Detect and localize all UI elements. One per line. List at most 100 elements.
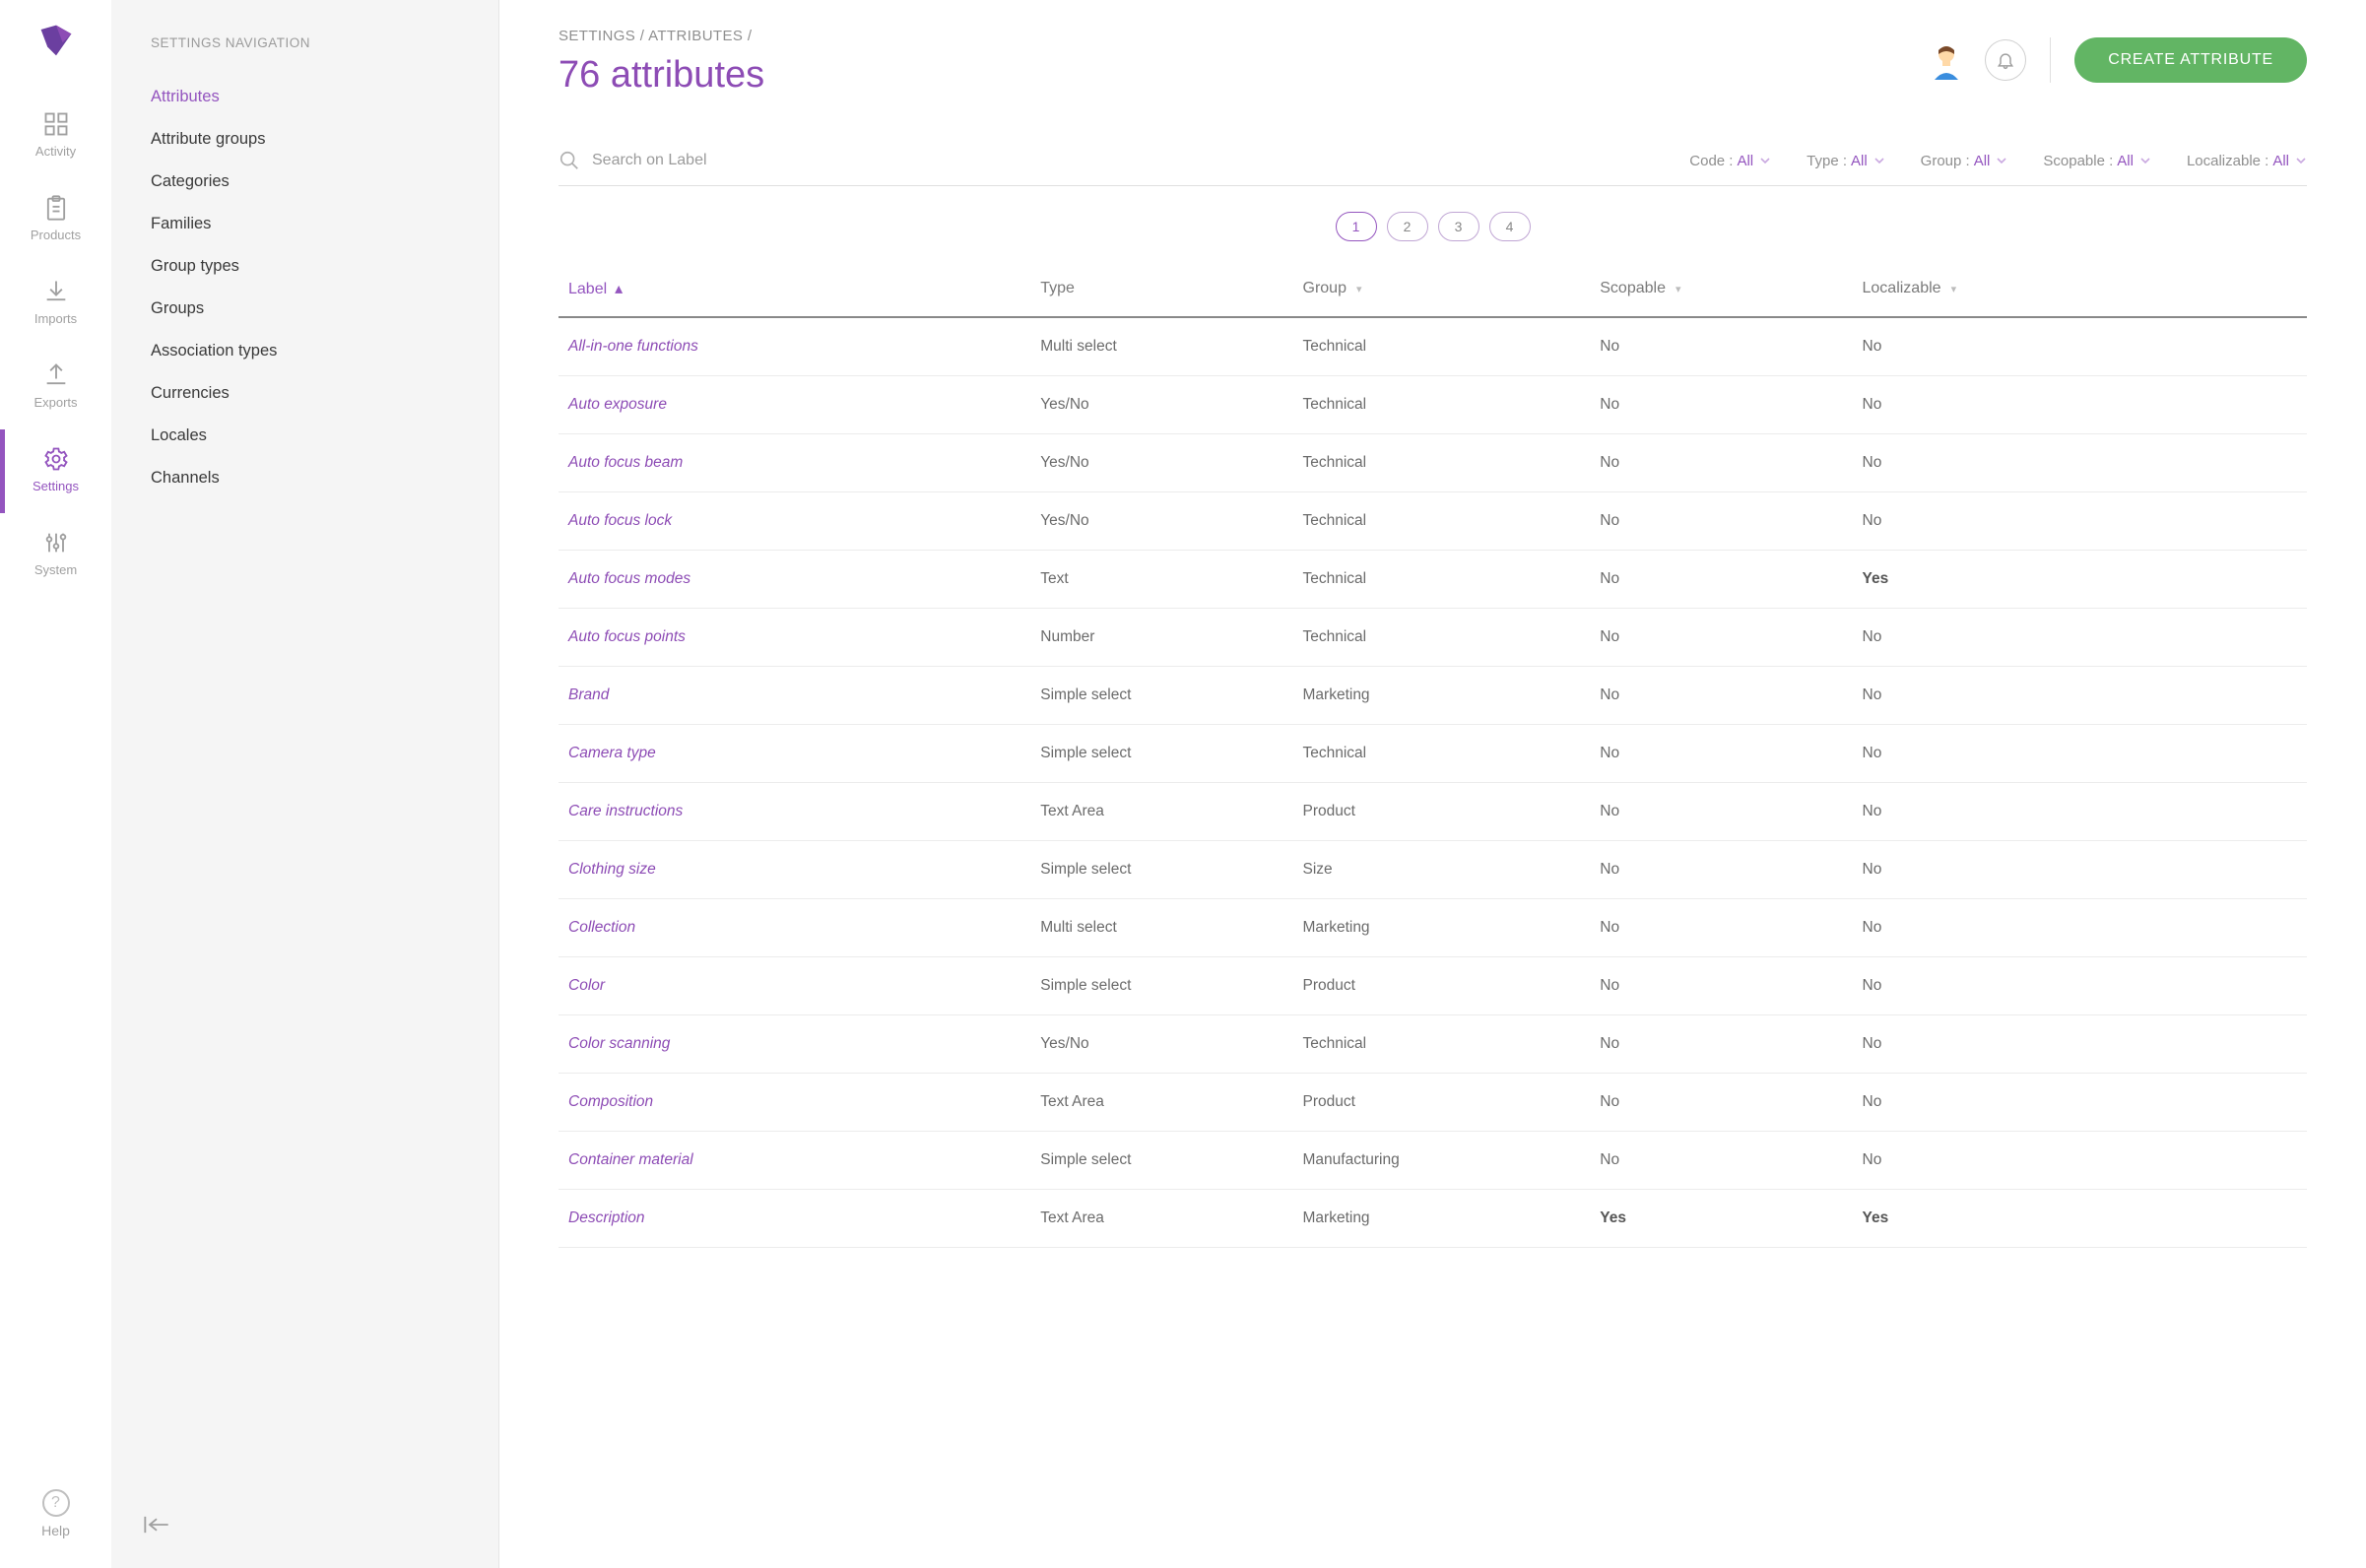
table-row[interactable]: Camera typeSimple selectTechnicalNoNo — [559, 725, 2307, 783]
search-input[interactable] — [592, 152, 887, 169]
bell-icon — [1996, 50, 2015, 70]
sidebar-item[interactable]: Channels — [111, 457, 498, 499]
cell-scopable: No — [1590, 841, 1852, 899]
cell-localizable: No — [1853, 667, 2308, 725]
cell-scopable: No — [1590, 957, 1852, 1015]
cell-group: Technical — [1293, 492, 1591, 551]
table-row[interactable]: Auto focus lockYes/NoTechnicalNoNo — [559, 492, 2307, 551]
help-button[interactable]: ? Help — [0, 1470, 111, 1568]
cell-localizable: Yes — [1853, 1190, 2308, 1248]
cell-label[interactable]: Auto focus lock — [559, 492, 1030, 551]
rail-item-products[interactable]: Products — [0, 178, 111, 262]
cell-label[interactable]: All-in-one functions — [559, 317, 1030, 376]
cell-label[interactable]: Auto focus modes — [559, 551, 1030, 609]
table-row[interactable]: BrandSimple selectMarketingNoNo — [559, 667, 2307, 725]
page-button[interactable]: 1 — [1336, 212, 1377, 241]
table-row[interactable]: All-in-one functionsMulti selectTechnica… — [559, 317, 2307, 376]
table-row[interactable]: CompositionText AreaProductNoNo — [559, 1074, 2307, 1132]
cell-type: Text Area — [1030, 1074, 1292, 1132]
cell-label[interactable]: Color scanning — [559, 1015, 1030, 1074]
cell-type: Simple select — [1030, 841, 1292, 899]
cell-label[interactable]: Container material — [559, 1132, 1030, 1190]
sidebar-item[interactable]: Association types — [111, 330, 498, 372]
cell-group: Technical — [1293, 725, 1591, 783]
table-row[interactable]: Auto focus beamYes/NoTechnicalNoNo — [559, 434, 2307, 492]
sidebar-item[interactable]: Categories — [111, 161, 498, 203]
cell-type: Multi select — [1030, 317, 1292, 376]
notifications-button[interactable] — [1985, 39, 2026, 81]
cell-localizable: No — [1853, 841, 2308, 899]
rail-item-exports[interactable]: Exports — [0, 346, 111, 429]
sidebar-item[interactable]: Attribute groups — [111, 118, 498, 161]
cell-group: Technical — [1293, 317, 1591, 376]
cell-label[interactable]: Auto exposure — [559, 376, 1030, 434]
cell-type: Simple select — [1030, 1132, 1292, 1190]
rail-item-activity[interactable]: Activity — [0, 95, 111, 178]
filter-localizable[interactable]: Localizable : All — [2187, 153, 2307, 169]
cell-type: Simple select — [1030, 725, 1292, 783]
filter-scopable[interactable]: Scopable : All — [2043, 153, 2151, 169]
cell-label[interactable]: Care instructions — [559, 783, 1030, 841]
cell-scopable: No — [1590, 1132, 1852, 1190]
page-button[interactable]: 3 — [1438, 212, 1479, 241]
cell-group: Marketing — [1293, 1190, 1591, 1248]
cell-label[interactable]: Composition — [559, 1074, 1030, 1132]
table-row[interactable]: Auto focus modesTextTechnicalNoYes — [559, 551, 2307, 609]
rail-item-settings[interactable]: Settings — [0, 429, 111, 513]
cell-scopable: No — [1590, 551, 1852, 609]
filter-type[interactable]: Type : All — [1807, 153, 1885, 169]
cell-localizable: No — [1853, 434, 2308, 492]
cell-label[interactable]: Color — [559, 957, 1030, 1015]
table-row[interactable]: ColorSimple selectProductNoNo — [559, 957, 2307, 1015]
sidebar-item[interactable]: Groups — [111, 288, 498, 330]
cell-label[interactable]: Clothing size — [559, 841, 1030, 899]
upload-icon — [42, 361, 70, 389]
search-box[interactable] — [559, 150, 887, 171]
rail-item-imports[interactable]: Imports — [0, 262, 111, 346]
page-button[interactable]: 4 — [1489, 212, 1531, 241]
column-header[interactable]: Scopable▾ — [1590, 265, 1852, 317]
table-row[interactable]: CollectionMulti selectMarketingNoNo — [559, 899, 2307, 957]
filter-code[interactable]: Code : All — [1689, 153, 1771, 169]
breadcrumb[interactable]: SETTINGS / ATTRIBUTES / — [559, 28, 764, 44]
page-button[interactable]: 2 — [1387, 212, 1428, 241]
column-header[interactable]: Label▴ — [559, 265, 1030, 317]
column-header[interactable]: Group▾ — [1293, 265, 1591, 317]
cell-label[interactable]: Auto focus points — [559, 609, 1030, 667]
filter-group[interactable]: Group : All — [1921, 153, 2008, 169]
sidebar-item[interactable]: Locales — [111, 415, 498, 457]
cell-group: Technical — [1293, 551, 1591, 609]
chevron-down-icon — [2139, 155, 2151, 166]
cell-scopable: No — [1590, 492, 1852, 551]
cell-group: Marketing — [1293, 899, 1591, 957]
column-header[interactable]: Type — [1030, 265, 1292, 317]
cell-label[interactable]: Camera type — [559, 725, 1030, 783]
cell-localizable: No — [1853, 317, 2308, 376]
table-row[interactable]: Container materialSimple selectManufactu… — [559, 1132, 2307, 1190]
rail-item-system[interactable]: System — [0, 513, 111, 597]
sidebar-item[interactable]: Families — [111, 203, 498, 245]
rail-item-label: Activity — [35, 144, 76, 159]
table-row[interactable]: DescriptionText AreaMarketingYesYes — [559, 1190, 2307, 1248]
cell-type: Text — [1030, 551, 1292, 609]
user-avatar[interactable] — [1926, 39, 1967, 81]
table-row[interactable]: Color scanningYes/NoTechnicalNoNo — [559, 1015, 2307, 1074]
table-row[interactable]: Clothing sizeSimple selectSizeNoNo — [559, 841, 2307, 899]
collapse-sidebar-icon[interactable] — [143, 1514, 170, 1535]
table-row[interactable]: Care instructionsText AreaProductNoNo — [559, 783, 2307, 841]
table-row[interactable]: Auto focus pointsNumberTechnicalNoNo — [559, 609, 2307, 667]
cell-label[interactable]: Collection — [559, 899, 1030, 957]
chevron-down-icon — [1873, 155, 1885, 166]
gear-icon — [42, 445, 70, 473]
table-row[interactable]: Auto exposureYes/NoTechnicalNoNo — [559, 376, 2307, 434]
cell-localizable: No — [1853, 1074, 2308, 1132]
sidebar-item[interactable]: Currencies — [111, 372, 498, 415]
column-header[interactable]: Localizable▾ — [1853, 265, 2308, 317]
cell-label[interactable]: Brand — [559, 667, 1030, 725]
cell-scopable: No — [1590, 317, 1852, 376]
cell-label[interactable]: Description — [559, 1190, 1030, 1248]
cell-label[interactable]: Auto focus beam — [559, 434, 1030, 492]
sidebar-item[interactable]: Attributes — [111, 76, 498, 118]
create-attribute-button[interactable]: CREATE ATTRIBUTE — [2074, 37, 2307, 83]
sidebar-item[interactable]: Group types — [111, 245, 498, 288]
